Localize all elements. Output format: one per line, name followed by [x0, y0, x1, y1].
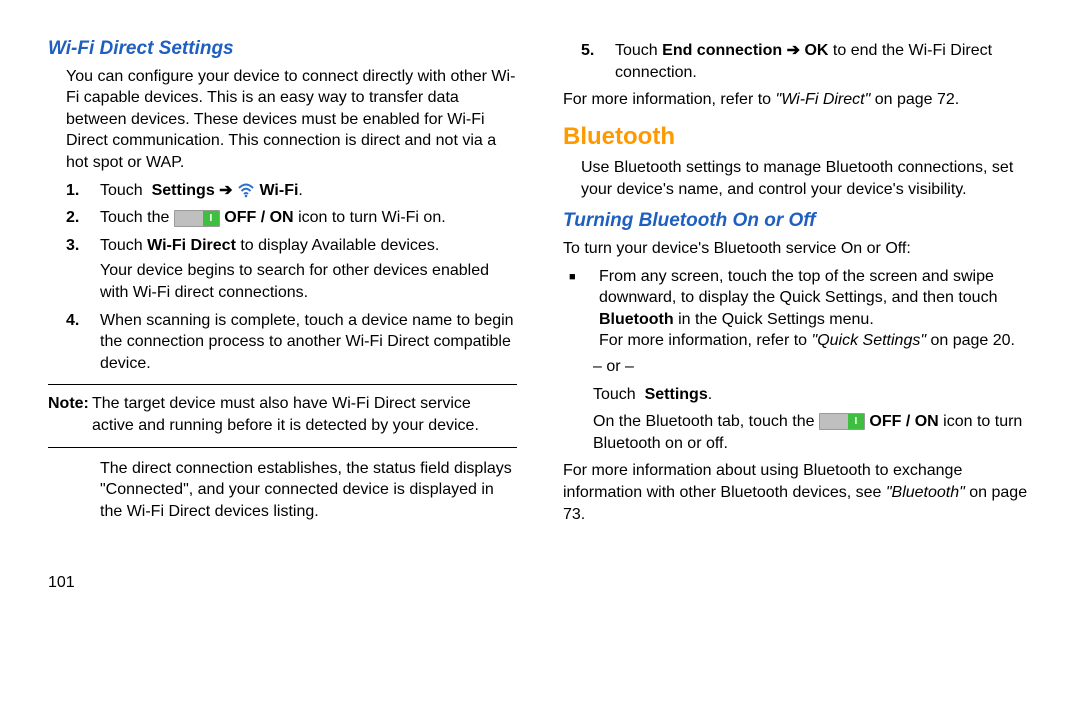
step-body: When scanning is complete, touch a devic…	[100, 310, 517, 375]
off-on-toggle-icon	[174, 210, 220, 227]
wifi-direct-label: Wi-Fi Direct	[147, 237, 236, 254]
text: For more information, refer to	[599, 332, 812, 349]
bluetooth-intro: Use Bluetooth settings to manage Bluetoo…	[563, 157, 1032, 200]
text: Touch	[593, 386, 640, 403]
off-on-toggle-icon	[819, 413, 865, 430]
link-quick-settings[interactable]: "Quick Settings"	[812, 332, 927, 349]
settings-label: Settings	[645, 386, 708, 403]
text: Touch the	[100, 209, 174, 226]
step-body: Touch Wi-Fi Direct to display Available …	[100, 235, 517, 304]
divider	[48, 384, 517, 385]
bt-bullet-list: ■ From any screen, touch the top of the …	[563, 266, 1032, 352]
text: For more information, refer to	[563, 91, 776, 108]
bluetooth-label: Bluetooth	[599, 311, 674, 328]
bullet-body: From any screen, touch the top of the sc…	[599, 266, 1032, 352]
touch-settings-line: Touch Settings.	[563, 384, 1032, 406]
bullet-item: ■ From any screen, touch the top of the …	[563, 266, 1032, 352]
text: .	[708, 386, 712, 403]
text: icon to turn Wi-Fi on.	[298, 209, 446, 226]
text: in the Quick Settings menu.	[674, 311, 874, 328]
note: Note: The target device must also have W…	[48, 393, 517, 436]
square-bullet-icon: ■	[563, 266, 599, 352]
text: Touch	[100, 182, 147, 199]
link-bluetooth[interactable]: "Bluetooth"	[886, 484, 965, 501]
note-label: Note:	[48, 393, 92, 436]
step-3: 3. Touch Wi-Fi Direct to display Availab…	[48, 235, 517, 304]
more-info-bluetooth: For more information about using Bluetoo…	[563, 460, 1032, 525]
wifi-label: Wi-Fi	[259, 182, 298, 199]
step-body: Touch Settings ➔ Wi-Fi.	[100, 180, 517, 202]
step-body: Touch the OFF / ON icon to turn Wi-Fi on…	[100, 207, 517, 229]
bt-tab-line: On the Bluetooth tab, touch the OFF / ON…	[563, 411, 1032, 454]
arrow-icon: ➔	[787, 42, 800, 59]
step-number: 5.	[563, 40, 615, 83]
text: On the Bluetooth tab, touch the	[593, 413, 819, 430]
text: Touch	[615, 42, 662, 59]
arrow-icon: ➔	[219, 182, 232, 199]
text: to display Available devices.	[236, 237, 439, 254]
step-2: 2. Touch the OFF / ON icon to turn Wi-Fi…	[48, 207, 517, 229]
settings-label: Settings	[152, 182, 220, 199]
text: Your device begins to search for other d…	[100, 262, 489, 301]
text: Touch	[100, 237, 147, 254]
or-separator: – or –	[563, 356, 1032, 378]
step-number: 1.	[48, 180, 100, 202]
ok-label: OK	[800, 42, 828, 59]
manual-page: Wi-Fi Direct Settings You can configure …	[0, 0, 1080, 720]
step-number: 3.	[48, 235, 100, 304]
link-wifi-direct[interactable]: "Wi-Fi Direct"	[776, 91, 871, 108]
step-5: 5. Touch End connection ➔ OK to end the …	[563, 40, 1032, 83]
step-number: 4.	[48, 310, 100, 375]
wifi-direct-intro: You can configure your device to connect…	[48, 66, 517, 174]
wifi-steps-continued: 5. Touch End connection ➔ OK to end the …	[563, 40, 1032, 83]
wifi-icon	[237, 181, 255, 199]
off-on-label: OFF / ON	[869, 413, 938, 430]
text: on page 72.	[870, 91, 959, 108]
step-body: Touch End connection ➔ OK to end the Wi-…	[615, 40, 1032, 83]
turning-bt-heading: Turning Bluetooth On or Off	[563, 208, 1032, 234]
step-4: 4. When scanning is complete, touch a de…	[48, 310, 517, 375]
after-note-text: The direct connection establishes, the s…	[48, 458, 517, 523]
note-text: The target device must also have Wi-Fi D…	[92, 393, 517, 436]
text: From any screen, touch the top of the sc…	[599, 268, 997, 307]
wifi-steps-list: 1. Touch Settings ➔ Wi-Fi. 2.	[48, 180, 517, 375]
left-column: Wi-Fi Direct Settings You can configure …	[48, 36, 517, 700]
wifi-direct-heading: Wi-Fi Direct Settings	[48, 36, 517, 62]
turning-bt-intro: To turn your device's Bluetooth service …	[563, 238, 1032, 260]
page-number: 101	[48, 572, 517, 594]
bluetooth-heading: Bluetooth	[563, 121, 1032, 153]
end-connection-label: End connection	[662, 42, 782, 59]
divider	[48, 447, 517, 448]
text: on page 20.	[926, 332, 1015, 349]
step-1: 1. Touch Settings ➔ Wi-Fi.	[48, 180, 517, 202]
more-info-wifi-direct: For more information, refer to "Wi-Fi Di…	[563, 89, 1032, 111]
off-on-label: OFF / ON	[224, 209, 293, 226]
period: .	[298, 182, 302, 199]
step-number: 2.	[48, 207, 100, 229]
right-column: 5. Touch End connection ➔ OK to end the …	[563, 36, 1032, 700]
